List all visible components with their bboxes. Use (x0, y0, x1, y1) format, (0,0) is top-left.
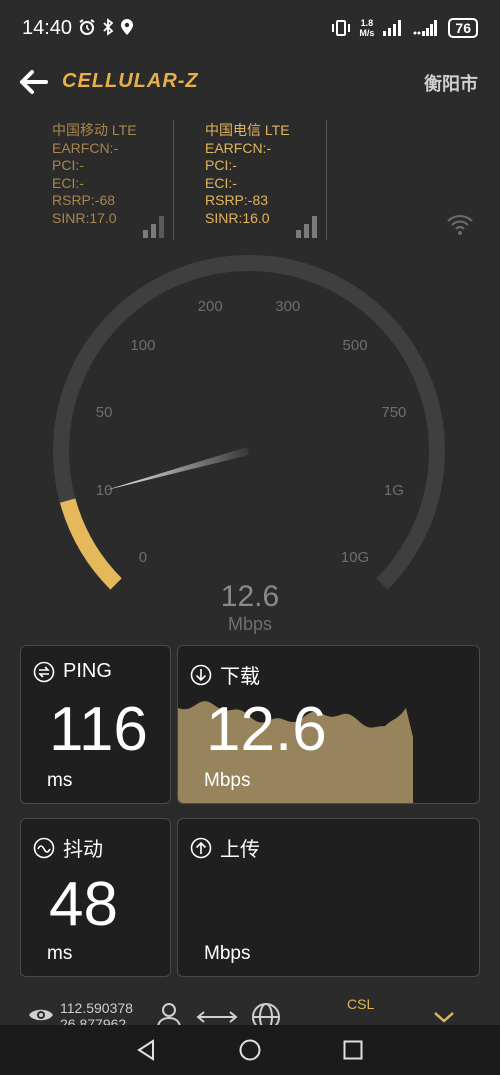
gauge-tick-label: 1G (384, 482, 404, 499)
upload-icon (190, 837, 212, 858)
carrier-divider (326, 120, 327, 240)
eye-icon[interactable] (28, 1006, 54, 1024)
carrier-earfcn: EARFCN:- (205, 139, 272, 156)
longitude: 112.590378 (60, 1000, 133, 1016)
gauge-tick-label: 200 (198, 298, 223, 315)
download-value: 12.6 (206, 695, 327, 764)
download-title: 下载 (190, 660, 260, 689)
ping-unit: ms (47, 770, 73, 791)
app-header: CELLULAR-Z 衡阳市 (0, 60, 500, 104)
jitter-title: 抖动 (33, 833, 103, 862)
gauge-tick-label: 750 (381, 404, 406, 421)
gauge-tick-label: 500 (343, 337, 368, 354)
carrier-pci: PCI:- (205, 157, 237, 173)
gauge-tick-label: 50 (96, 404, 113, 421)
carrier-eci: ECI:- (205, 174, 237, 191)
network-speed: 1.8 M/s (359, 18, 374, 38)
info-bar: 112.590378 26.877962 CSL (0, 990, 500, 1026)
transfer-icon[interactable] (196, 1010, 238, 1024)
jitter-unit: ms (47, 943, 73, 964)
status-icons-left (78, 18, 134, 36)
gauge-tick-label: 100 (130, 337, 155, 354)
location-icon (121, 19, 133, 35)
bluetooth-icon (103, 18, 114, 36)
network-speed-value: 1.8 (360, 18, 374, 28)
gauge-unit: Mbps (227, 614, 272, 634)
ping-card: PING 116 ms (20, 645, 171, 804)
system-nav-bar (0, 1025, 500, 1075)
ping-label: PING (63, 660, 112, 682)
gauge-tick-label: 10G (341, 549, 369, 566)
vibrate-icon (332, 20, 351, 36)
gauge-fill (59, 498, 122, 590)
arrow-left-icon (20, 70, 48, 94)
carrier-divider (173, 120, 174, 240)
gauge-needle (104, 447, 249, 491)
back-button[interactable] (18, 68, 50, 96)
app-logo: CELLULAR-Z (62, 70, 199, 92)
alarm-icon (79, 19, 95, 35)
jitter-card: 抖动 48 ms (20, 818, 171, 977)
status-bar: 14:40 1.8 M/s 76 (0, 0, 500, 60)
signal-bars-icon (296, 216, 317, 238)
carrier-earfcn: EARFCN:- (52, 139, 119, 156)
status-time: 14:40 (22, 17, 73, 39)
recents-nav-icon[interactable] (343, 1040, 363, 1060)
carrier-pci: PCI:- (52, 157, 84, 173)
signal-icon-2 (413, 20, 438, 36)
operator-label: CSL (347, 996, 375, 1012)
chevron-down-icon[interactable] (433, 1010, 455, 1024)
jitter-icon (33, 837, 55, 858)
download-unit: Mbps (204, 770, 251, 791)
battery-indicator: 76 (448, 18, 478, 38)
ping-title: PING (33, 660, 112, 683)
carrier-name: 中国移动 LTE (52, 122, 137, 138)
city-label: 衡阳市 (424, 74, 478, 94)
download-label: 下载 (220, 666, 260, 688)
download-icon (190, 664, 212, 685)
upload-unit: Mbps (204, 943, 251, 964)
jitter-value: 48 (49, 870, 118, 939)
gauge-tick-label: 300 (275, 298, 300, 315)
gauge-value: 12.6 (220, 580, 280, 613)
signal-icon (383, 20, 402, 36)
wifi-icon (447, 214, 473, 235)
carrier-rsrp: RSRP:-83 (205, 192, 269, 208)
gauge-tick-label: 0 (139, 549, 147, 566)
status-icons-right: 1.8 M/s 76 (331, 18, 478, 38)
back-nav-icon[interactable] (135, 1039, 157, 1061)
carrier-eci: ECI:- (52, 174, 84, 191)
signal-bars-icon (143, 216, 164, 238)
carrier-name: 中国电信 LTE (205, 122, 290, 138)
carrier-rsrp: RSRP:-68 (52, 192, 116, 208)
ping-value: 116 (49, 695, 148, 764)
globe-icon[interactable] (251, 1002, 281, 1026)
upload-card: 上传 Mbps (177, 818, 480, 977)
home-nav-icon[interactable] (239, 1039, 261, 1061)
ping-icon (33, 661, 55, 682)
gauge-tick-label: 10 (96, 482, 113, 499)
network-speed-unit: M/s (359, 28, 375, 38)
download-card: 下载 12.6 Mbps (177, 645, 480, 804)
person-icon[interactable] (156, 1002, 182, 1026)
gauge-track (53, 255, 445, 590)
jitter-label: 抖动 (63, 839, 103, 861)
upload-label: 上传 (220, 839, 260, 861)
upload-title: 上传 (190, 833, 260, 862)
coordinates: 112.590378 26.877962 (60, 1000, 133, 1026)
